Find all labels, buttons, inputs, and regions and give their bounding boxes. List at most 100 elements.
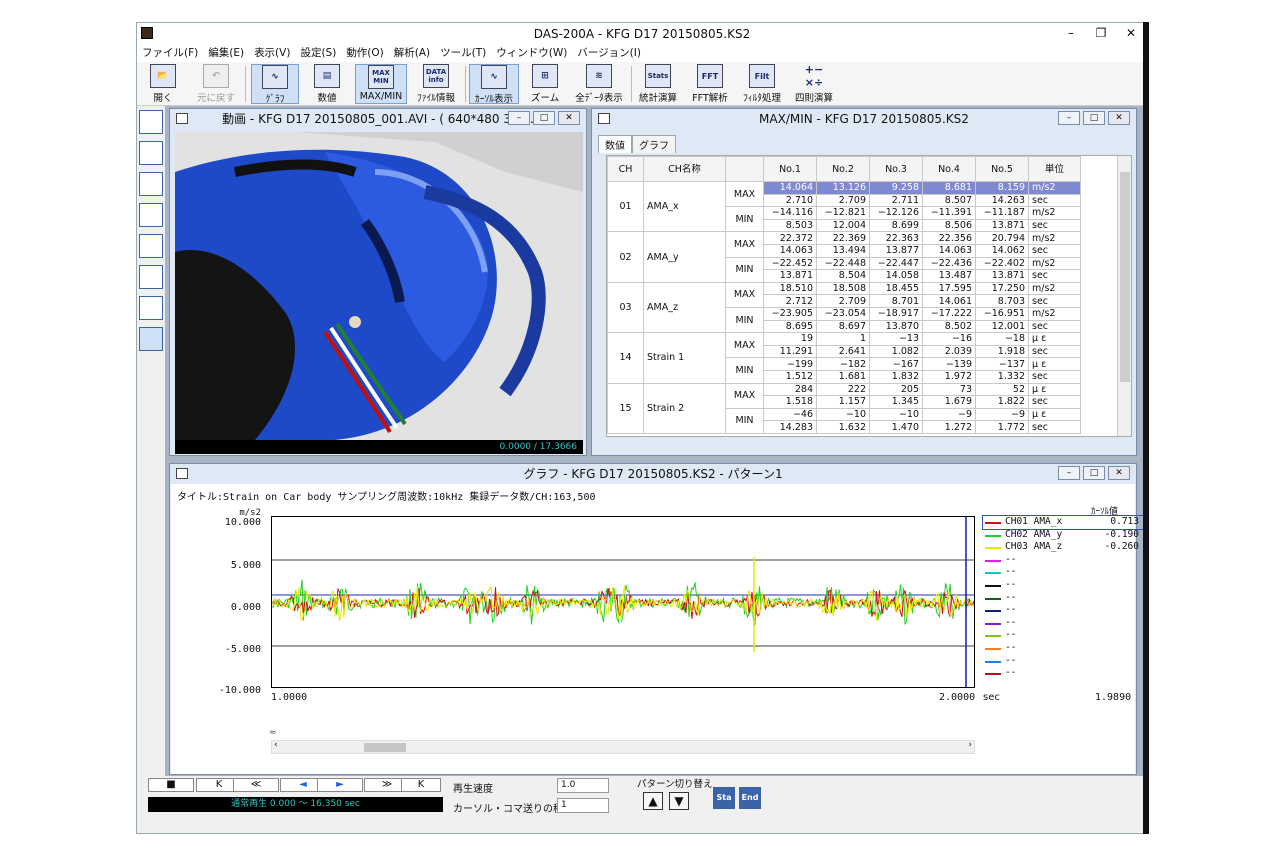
open-button[interactable]: 📂 開く: [143, 64, 183, 104]
legend-item[interactable]: --: [983, 554, 1143, 567]
layout-6-button[interactable]: [139, 265, 163, 289]
maxmin-button[interactable]: MAX MIN MAX/MIN: [355, 64, 407, 104]
restore-button[interactable]: ❐: [1087, 23, 1115, 43]
maxmin-close-button[interactable]: ✕: [1108, 111, 1130, 125]
filter-button[interactable]: Filt ﾌｨﾙﾀ処理: [739, 64, 785, 104]
legend-item[interactable]: --: [983, 566, 1143, 579]
legend-name: --: [1005, 654, 1017, 666]
value-cell: −11.187: [975, 206, 1029, 220]
menu-window[interactable]: ウィンドウ(W): [491, 45, 572, 62]
video-maximize-button[interactable]: □: [533, 111, 555, 125]
value-cell: 2.709: [816, 193, 870, 208]
menu-analysis[interactable]: 解析(A): [389, 45, 435, 62]
pattern-down-button[interactable]: ▼: [669, 792, 689, 810]
step-input[interactable]: 1: [557, 798, 609, 813]
graph-hscroll[interactable]: ‹ ›: [271, 740, 975, 754]
close-button[interactable]: ✕: [1117, 23, 1145, 43]
legend-item[interactable]: --: [983, 629, 1143, 642]
table-row[interactable]: 15 Strain 2 MAX 284 222 205 73 52 μ ε: [607, 382, 1081, 434]
layout-4-button[interactable]: [139, 203, 163, 227]
tab-numeric[interactable]: 数値: [598, 135, 632, 153]
value-cell: −22.447: [869, 256, 923, 271]
legend-item[interactable]: --: [983, 604, 1143, 617]
table-row[interactable]: 02 AMA_y MAX 22.372 22.369 22.363 22.356 20.794…: [607, 231, 1081, 283]
cursor-wave-icon: ∿: [481, 65, 507, 89]
unit-cell: μ ε: [1028, 407, 1081, 422]
layout-1-button[interactable]: [139, 110, 163, 134]
graph-maximize-button[interactable]: □: [1083, 466, 1105, 480]
graph-close-button[interactable]: ✕: [1108, 466, 1130, 480]
graph-plot[interactable]: [271, 516, 975, 688]
start-button[interactable]: Sta: [713, 787, 735, 809]
layout-5-button[interactable]: [139, 234, 163, 258]
min-label: MIN: [725, 256, 764, 283]
speed-input[interactable]: 1.0: [557, 778, 609, 793]
legend-item[interactable]: --: [983, 592, 1143, 605]
rewind-button[interactable]: ≪: [233, 778, 279, 792]
legend-item[interactable]: CH02 AMA_y -0.190: [983, 529, 1143, 542]
table-row[interactable]: 03 AMA_z MAX 18.510 18.508 18.455 17.595 17.250…: [607, 281, 1081, 334]
value-cell: 1.832: [869, 369, 923, 384]
legend-swatch: [985, 610, 1001, 613]
zoom-button[interactable]: ⊞ ズーム: [525, 64, 565, 104]
maxmin-scrollbar[interactable]: [1117, 156, 1131, 436]
value-cell: 13.494: [816, 243, 870, 258]
tab-graph[interactable]: グラフ: [632, 135, 676, 153]
legend-item[interactable]: --: [983, 655, 1143, 668]
value-cell: 14.058: [869, 269, 923, 283]
legend-item[interactable]: --: [983, 667, 1143, 680]
value-cell: 22.372: [763, 231, 817, 245]
legend-swatch: [985, 584, 1001, 587]
menu-version[interactable]: バージョン(I): [572, 45, 646, 62]
maxmin-minimize-button[interactable]: –: [1058, 111, 1080, 125]
menu-settings[interactable]: 設定(S): [295, 45, 341, 62]
legend-item[interactable]: CH03 AMA_z -0.260: [983, 541, 1143, 554]
graph-button[interactable]: ∿ ｸﾞﾗﾌ: [251, 64, 299, 105]
table-row[interactable]: 14 Strain 1 MAX 19 1 −13 −16 −18 μ ε: [607, 332, 1081, 384]
cursor-button[interactable]: ∿ ｶｰｿﾙ表示: [469, 64, 519, 105]
playback-bar: ■ K ≪ ◄ ► ≫ K 通常再生 0.000 〜 16.350 sec 再生…: [137, 776, 1147, 833]
legend-item[interactable]: --: [983, 617, 1143, 630]
value-cell: 205: [869, 382, 923, 397]
legend-item[interactable]: --: [983, 642, 1143, 655]
stop-button[interactable]: ■: [148, 778, 194, 792]
arith-button[interactable]: +− ×÷ 四則演算: [791, 63, 837, 104]
alldata-button[interactable]: ≋ 全ﾃﾞｰﾀ表示: [571, 64, 627, 104]
menu-file[interactable]: ファイル(F): [137, 45, 203, 62]
layout-7-button[interactable]: [139, 296, 163, 320]
fft-button[interactable]: FFT FFT解析: [687, 64, 733, 104]
pattern-up-button[interactable]: ▲: [643, 792, 663, 810]
layout-8-button[interactable]: [139, 327, 163, 351]
menu-action[interactable]: 動作(O): [341, 45, 388, 62]
menu-tools[interactable]: ツール(T): [435, 45, 491, 62]
speed-label: 再生速度: [453, 784, 493, 795]
end-button[interactable]: End: [739, 787, 761, 809]
video-minimize-button[interactable]: –: [508, 111, 530, 125]
minimize-button[interactable]: –: [1057, 23, 1085, 43]
menu-edit[interactable]: 編集(E): [203, 45, 249, 62]
ch-cell: 01: [607, 180, 644, 233]
numeric-button[interactable]: ▤ 数値: [303, 64, 351, 104]
last-frame-button[interactable]: K: [401, 778, 441, 792]
layout-3-button[interactable]: [139, 172, 163, 196]
legend-name: --: [1005, 553, 1017, 565]
app-title: DAS-200A - KFG D17 20150805.KS2: [533, 27, 751, 41]
value-cell: 13.871: [763, 269, 817, 283]
undo-button[interactable]: ↶ 元に戻す: [193, 64, 239, 104]
chname-cell: Strain 1: [643, 332, 726, 384]
menu-view[interactable]: 表示(V): [249, 45, 295, 62]
arith-icon: +− ×÷: [804, 63, 824, 89]
graph-minimize-button[interactable]: –: [1058, 466, 1080, 480]
maxmin-maximize-button[interactable]: □: [1083, 111, 1105, 125]
play-button[interactable]: ►: [317, 778, 363, 792]
stats-button[interactable]: Stats 統計演算: [635, 64, 681, 104]
chname-cell: Strain 2: [643, 382, 726, 434]
legend-item[interactable]: --: [983, 579, 1143, 592]
table-row[interactable]: 01 AMA_x MAX 14.064 13.126 9.258 8.681 8.159 m/s…: [607, 180, 1081, 233]
menu-bar: ファイル(F) 編集(E) 表示(V) 設定(S) 動作(O) 解析(A) ツー…: [137, 45, 1147, 62]
video-close-button[interactable]: ✕: [558, 111, 580, 125]
legend-item[interactable]: CH01 AMA_x 0.713: [982, 515, 1144, 530]
fileinfo-button[interactable]: DATA info ﾌｧｲﾙ情報: [411, 64, 461, 104]
layout-2-button[interactable]: [139, 141, 163, 165]
unit-cell: sec: [1028, 269, 1081, 283]
